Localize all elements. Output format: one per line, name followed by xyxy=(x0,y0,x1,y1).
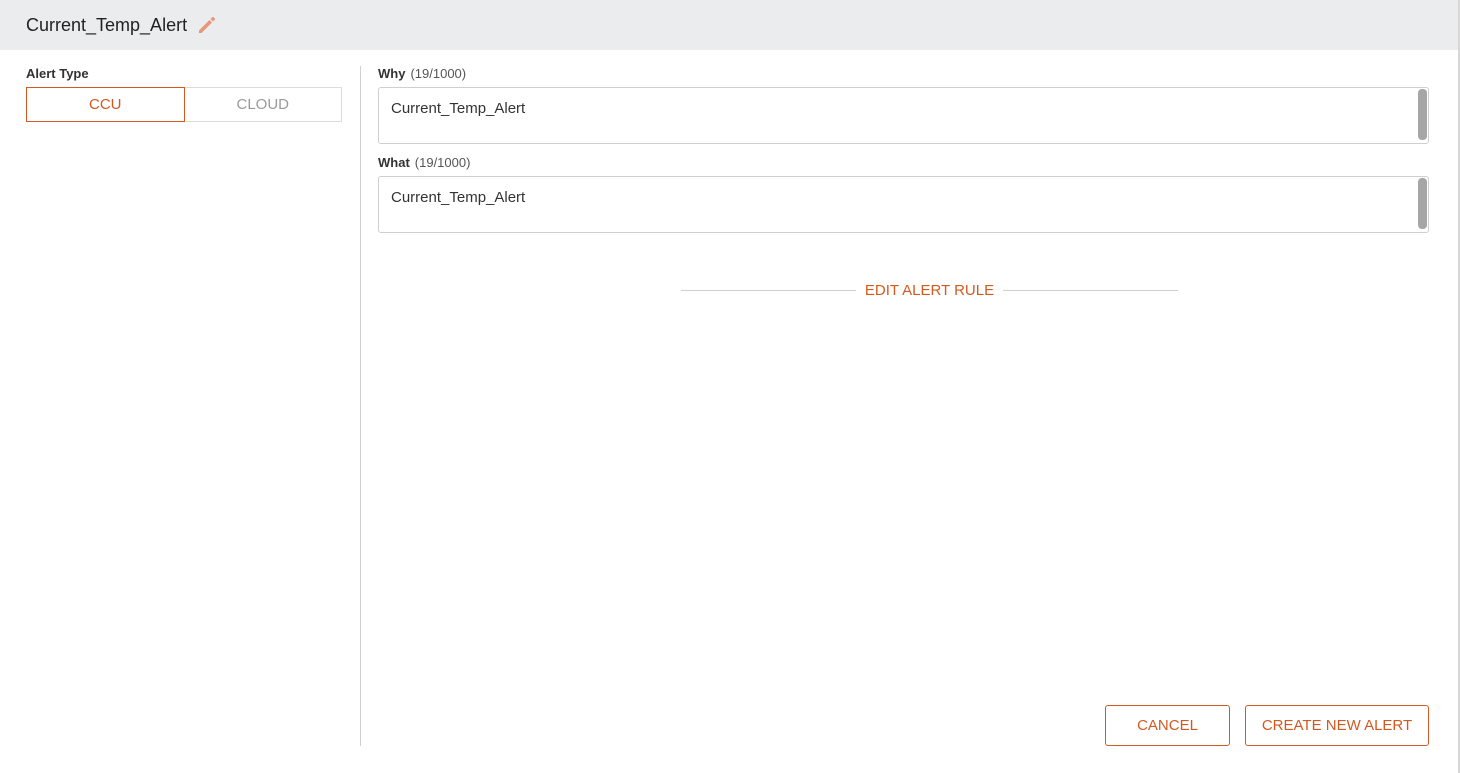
what-label-row: What (19/1000) xyxy=(378,155,1429,170)
cancel-button[interactable]: CANCEL xyxy=(1105,705,1230,746)
separator-line-right xyxy=(1003,289,1178,291)
dialog-header: Current_Temp_Alert xyxy=(0,0,1460,50)
why-char-count: (19/1000) xyxy=(410,66,467,81)
separator-line-left xyxy=(681,289,856,291)
what-textarea-value: Current_Temp_Alert xyxy=(391,189,526,206)
alert-details-panel: Why (19/1000) Current_Temp_Alert What (1… xyxy=(378,66,1429,233)
panel-divider xyxy=(360,66,361,746)
alert-type-ccu-button[interactable]: CCU xyxy=(26,87,185,122)
why-textarea[interactable]: Current_Temp_Alert xyxy=(378,87,1429,144)
alert-type-label: Alert Type xyxy=(26,66,89,81)
why-label: Why xyxy=(378,66,406,81)
edit-alert-rule-separator: EDIT ALERT RULE xyxy=(681,279,1178,301)
why-textarea-value: Current_Temp_Alert xyxy=(391,100,526,117)
why-scrollbar[interactable] xyxy=(1418,89,1427,140)
alert-type-panel: Alert Type CCU CLOUD xyxy=(26,66,342,122)
what-textarea[interactable]: Current_Temp_Alert xyxy=(378,176,1429,233)
why-label-row: Why (19/1000) xyxy=(378,66,1429,81)
pencil-icon[interactable] xyxy=(196,14,218,36)
what-char-count: (19/1000) xyxy=(414,155,471,170)
alert-title: Current_Temp_Alert xyxy=(26,14,188,35)
edit-alert-rule-link[interactable]: EDIT ALERT RULE xyxy=(856,282,1003,299)
alert-type-cloud-button[interactable]: CLOUD xyxy=(184,87,342,122)
alert-type-toggle: CCU CLOUD xyxy=(26,87,342,122)
what-label: What xyxy=(378,155,410,170)
create-new-alert-button[interactable]: CREATE NEW ALERT xyxy=(1245,705,1429,746)
what-scrollbar[interactable] xyxy=(1418,178,1427,229)
